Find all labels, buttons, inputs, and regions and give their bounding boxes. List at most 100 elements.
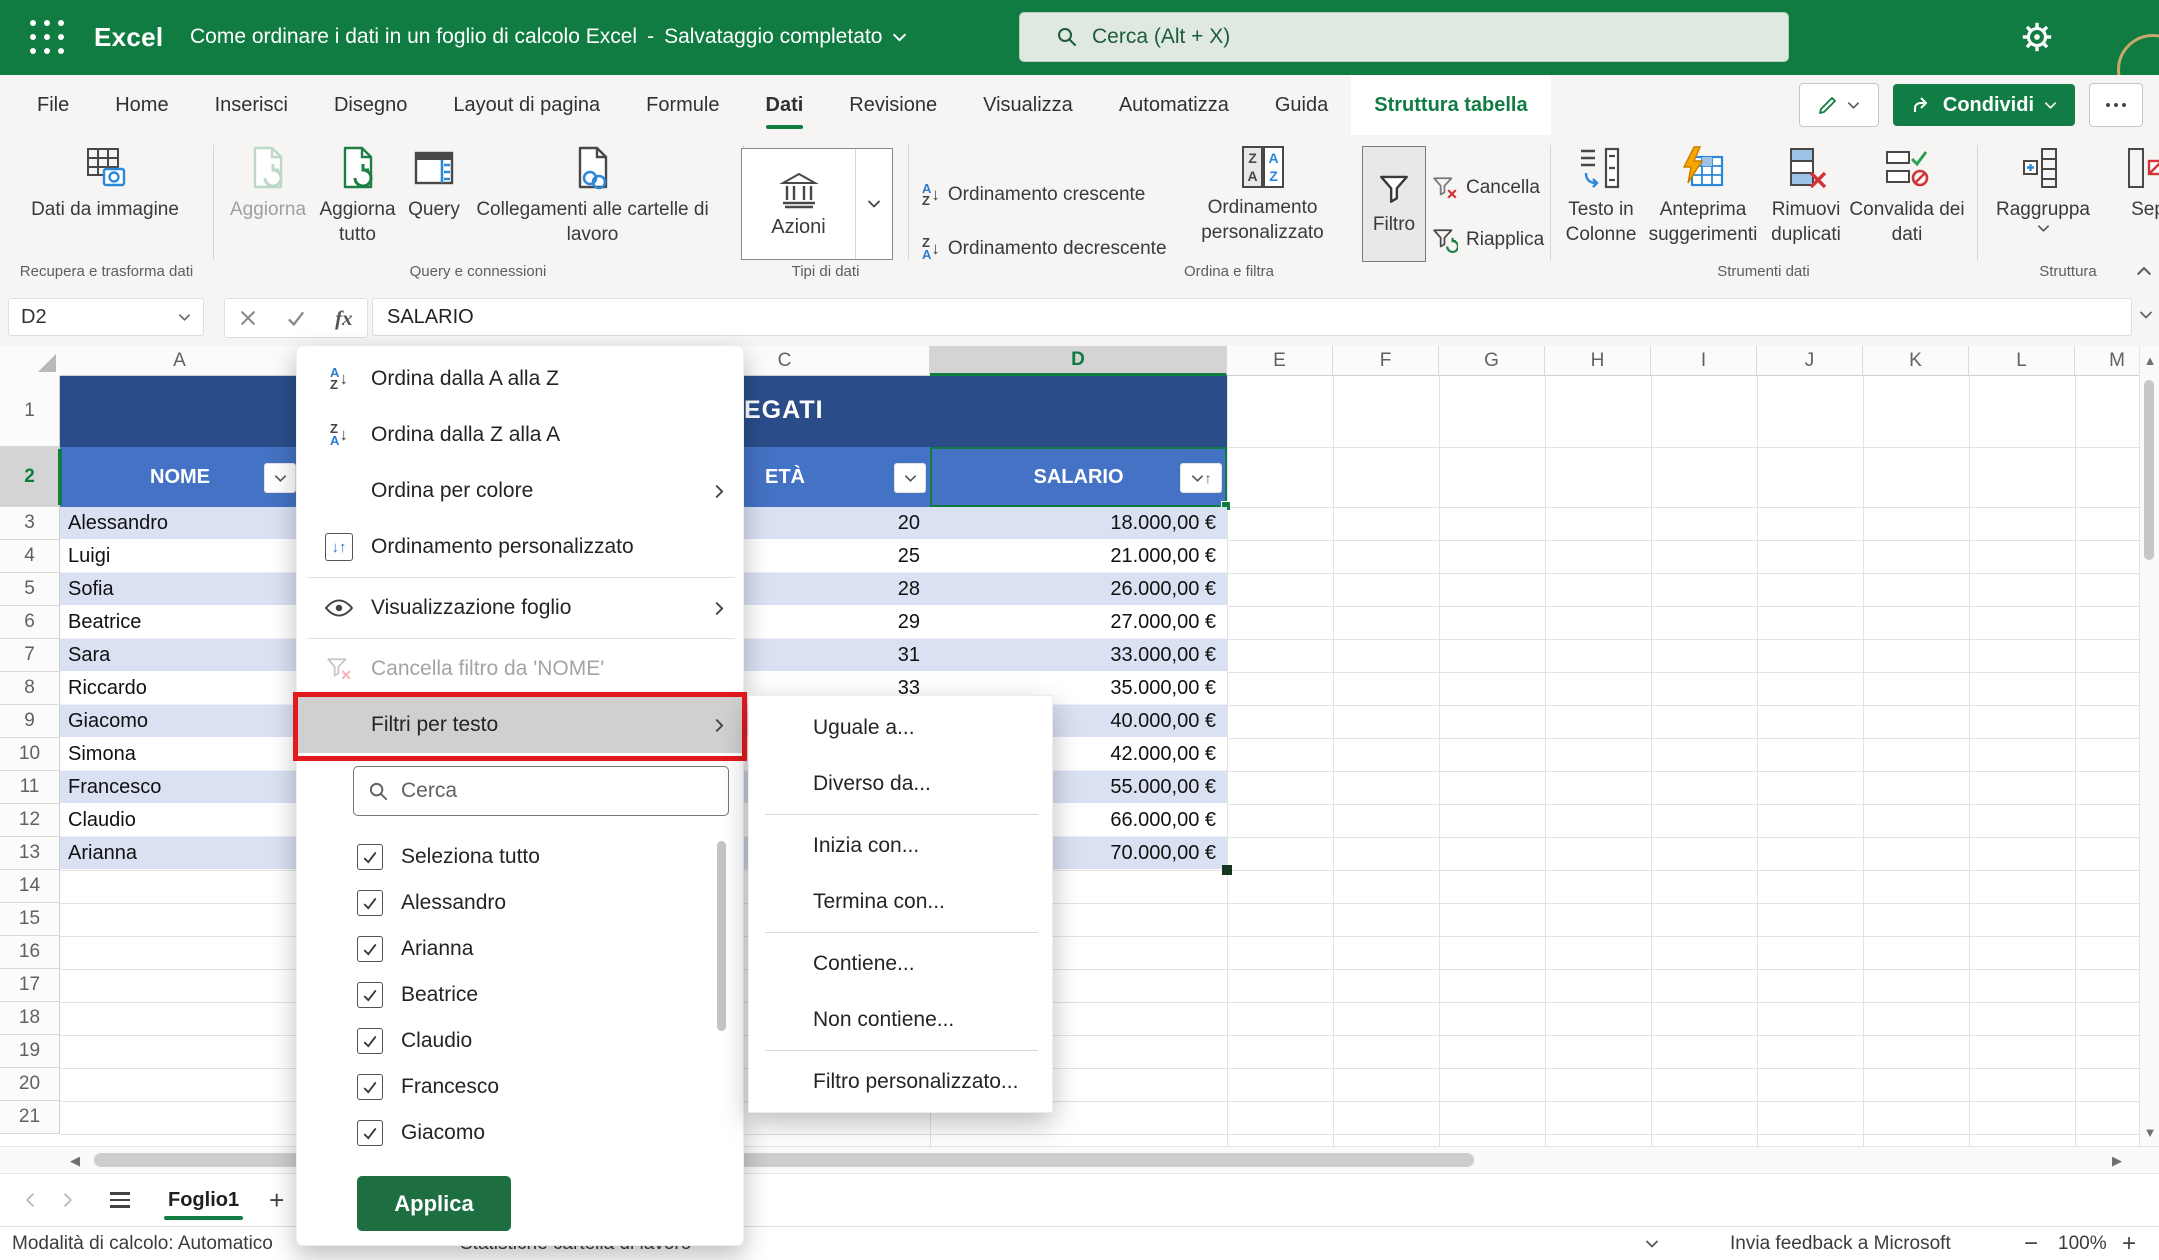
ribbon-tab-visualizza[interactable]: Visualizza — [960, 75, 1096, 135]
row-header-5[interactable]: 5 — [0, 573, 60, 606]
row-header-12[interactable]: 12 — [0, 804, 60, 837]
column-header-E[interactable]: E — [1227, 346, 1333, 376]
ribbon-tab-automatizza[interactable]: Automatizza — [1096, 75, 1252, 135]
refresh-button[interactable]: Aggiorna — [218, 145, 318, 222]
table-fill-handle[interactable] — [1222, 865, 1232, 875]
data-validation-button[interactable]: Convalida dei dati — [1842, 145, 1972, 247]
sheet-tab-foglio1[interactable]: Foglio1 — [164, 1179, 243, 1222]
menu-item-filtri-per-testo[interactable]: Filtri per testo — [297, 697, 745, 753]
column-header-L[interactable]: L — [1969, 346, 2075, 376]
submenu-item-inizia-con-[interactable]: Inizia con... — [749, 818, 1054, 874]
row-header-11[interactable]: 11 — [0, 771, 60, 804]
row-header-3[interactable]: 3 — [0, 507, 60, 540]
submenu-item-non-contiene-[interactable]: Non contiene... — [749, 992, 1054, 1048]
share-button[interactable]: Condividi — [1893, 84, 2075, 126]
sort-descending-button[interactable]: ZA↓ Ordinamento decrescente — [922, 237, 1167, 261]
row-header-15[interactable]: 15 — [0, 903, 60, 936]
filter-checkbox-claudio[interactable]: Claudio — [357, 1018, 697, 1064]
clear-filter-button[interactable]: Cancella — [1432, 175, 1540, 201]
reapply-filter-button[interactable]: Riapplica — [1432, 227, 1544, 253]
cell-nome[interactable]: Alessandro — [68, 507, 168, 539]
vertical-scrollbar[interactable]: ▲ ▼ — [2139, 346, 2159, 1146]
row-header-16[interactable]: 16 — [0, 936, 60, 969]
ribbon-tab-home[interactable]: Home — [92, 75, 191, 135]
column-header-D[interactable]: D — [930, 346, 1227, 376]
app-launcher-icon[interactable] — [30, 20, 66, 56]
filter-button[interactable]: Filtro — [1362, 146, 1426, 262]
status-aggregate-chevron-icon[interactable] — [1645, 1227, 1659, 1260]
query-button[interactable]: Query — [395, 145, 473, 222]
app-name[interactable]: Excel — [94, 22, 163, 53]
insert-function-icon[interactable]: fx — [335, 306, 353, 331]
formula-input[interactable]: SALARIO — [372, 298, 2132, 336]
row-header-6[interactable]: 6 — [0, 606, 60, 639]
ribbon-tab-inserisci[interactable]: Inserisci — [192, 75, 311, 135]
filter-button-nome[interactable] — [264, 463, 296, 493]
cell-nome[interactable]: Sofia — [68, 573, 114, 605]
cell-salario[interactable]: 27.000,00 € — [930, 606, 1216, 638]
row-header-21[interactable]: 21 — [0, 1101, 60, 1134]
column-header-H[interactable]: H — [1545, 346, 1651, 376]
row-header-14[interactable]: 14 — [0, 870, 60, 903]
row-header-13[interactable]: 13 — [0, 837, 60, 870]
row-header-10[interactable]: 10 — [0, 738, 60, 771]
actions-dropdown[interactable] — [855, 149, 892, 259]
ribbon-tab-struttura-tabella[interactable]: Struttura tabella — [1351, 75, 1550, 135]
cell-nome[interactable]: Sara — [68, 639, 110, 671]
menu-item-ordina-dalla-a-alla-z[interactable]: AZ↓Ordina dalla A alla Z — [297, 351, 745, 407]
group-button[interactable]: Raggruppa — [1988, 145, 2098, 235]
cell-nome[interactable]: Francesco — [68, 771, 161, 803]
cell-salario[interactable]: 21.000,00 € — [930, 540, 1216, 572]
select-all-corner[interactable] — [0, 346, 61, 377]
column-header-A[interactable]: A — [60, 346, 300, 376]
filter-list-scrollbar[interactable] — [717, 841, 726, 1031]
cell-nome[interactable]: Giacomo — [68, 705, 148, 737]
scroll-right-arrow[interactable]: ▶ — [2104, 1147, 2130, 1175]
column-header-G[interactable]: G — [1439, 346, 1545, 376]
custom-sort-button[interactable]: ZAAZ Ordinamento personalizzato — [1175, 145, 1350, 245]
scroll-up-arrow[interactable]: ▲ — [2140, 350, 2159, 370]
zoom-out-button[interactable]: − — [2024, 1227, 2038, 1260]
filter-checkbox-francesco[interactable]: Francesco — [357, 1064, 697, 1110]
editing-mode-button[interactable] — [1799, 83, 1879, 127]
menu-item-ordina-dalla-z-alla-a[interactable]: ZA↓Ordina dalla Z alla A — [297, 407, 745, 463]
data-from-picture-button[interactable]: Dati da immagine — [25, 145, 185, 222]
zoom-level[interactable]: 100% — [2058, 1227, 2107, 1260]
avatar[interactable] — [2117, 34, 2159, 75]
filter-checkbox-seleziona-tutto[interactable]: Seleziona tutto — [357, 834, 697, 880]
cell-nome[interactable]: Riccardo — [68, 672, 147, 704]
ribbon-tab-guida[interactable]: Guida — [1252, 75, 1351, 135]
menu-item-visualizzazione-foglio[interactable]: Visualizzazione foglio — [297, 580, 745, 636]
filter-checkbox-alessandro[interactable]: Alessandro — [357, 880, 697, 926]
row-header-7[interactable]: 7 — [0, 639, 60, 672]
ungroup-button[interactable]: Sep — [2098, 145, 2159, 222]
submenu-item-diverso-da-[interactable]: Diverso da... — [749, 756, 1054, 812]
menu-item-ordina-per-colore[interactable]: Ordina per colore — [297, 463, 745, 519]
submenu-item-filtro-personalizzato-[interactable]: Filtro personalizzato... — [749, 1054, 1054, 1110]
filter-checkbox-arianna[interactable]: Arianna — [357, 926, 697, 972]
cancel-entry-icon[interactable] — [239, 309, 257, 327]
title-chevron-down-icon[interactable] — [892, 30, 907, 45]
row-header-17[interactable]: 17 — [0, 969, 60, 1002]
row-header-8[interactable]: 8 — [0, 672, 60, 705]
cell-nome[interactable]: Arianna — [68, 837, 137, 869]
row-header-2[interactable]: 2 — [0, 447, 60, 507]
expand-formula-bar-icon[interactable] — [2139, 308, 2153, 322]
cell-nome[interactable]: Beatrice — [68, 606, 141, 638]
add-sheet-button[interactable]: + — [269, 1185, 284, 1216]
workbook-links-button[interactable]: Collegamenti alle cartelle di lavoro — [465, 145, 720, 247]
zoom-in-button[interactable]: + — [2122, 1227, 2136, 1260]
name-box[interactable]: D2 — [8, 298, 204, 336]
cell-salario[interactable]: 18.000,00 € — [930, 507, 1216, 539]
row-header-20[interactable]: 20 — [0, 1068, 60, 1101]
settings-gear-icon[interactable] — [2020, 20, 2054, 54]
row-header-19[interactable]: 19 — [0, 1035, 60, 1068]
next-sheet-icon[interactable] — [60, 1192, 76, 1208]
filter-button-eta[interactable] — [894, 463, 926, 493]
row-header-9[interactable]: 9 — [0, 705, 60, 738]
submenu-item-uguale-a-[interactable]: Uguale a... — [749, 700, 1054, 756]
row-header-1[interactable]: 1 — [0, 376, 60, 447]
row-header-4[interactable]: 4 — [0, 540, 60, 573]
ribbon-tab-dati[interactable]: Dati — [743, 75, 827, 135]
data-types-actions-button[interactable]: Azioni — [741, 148, 893, 260]
